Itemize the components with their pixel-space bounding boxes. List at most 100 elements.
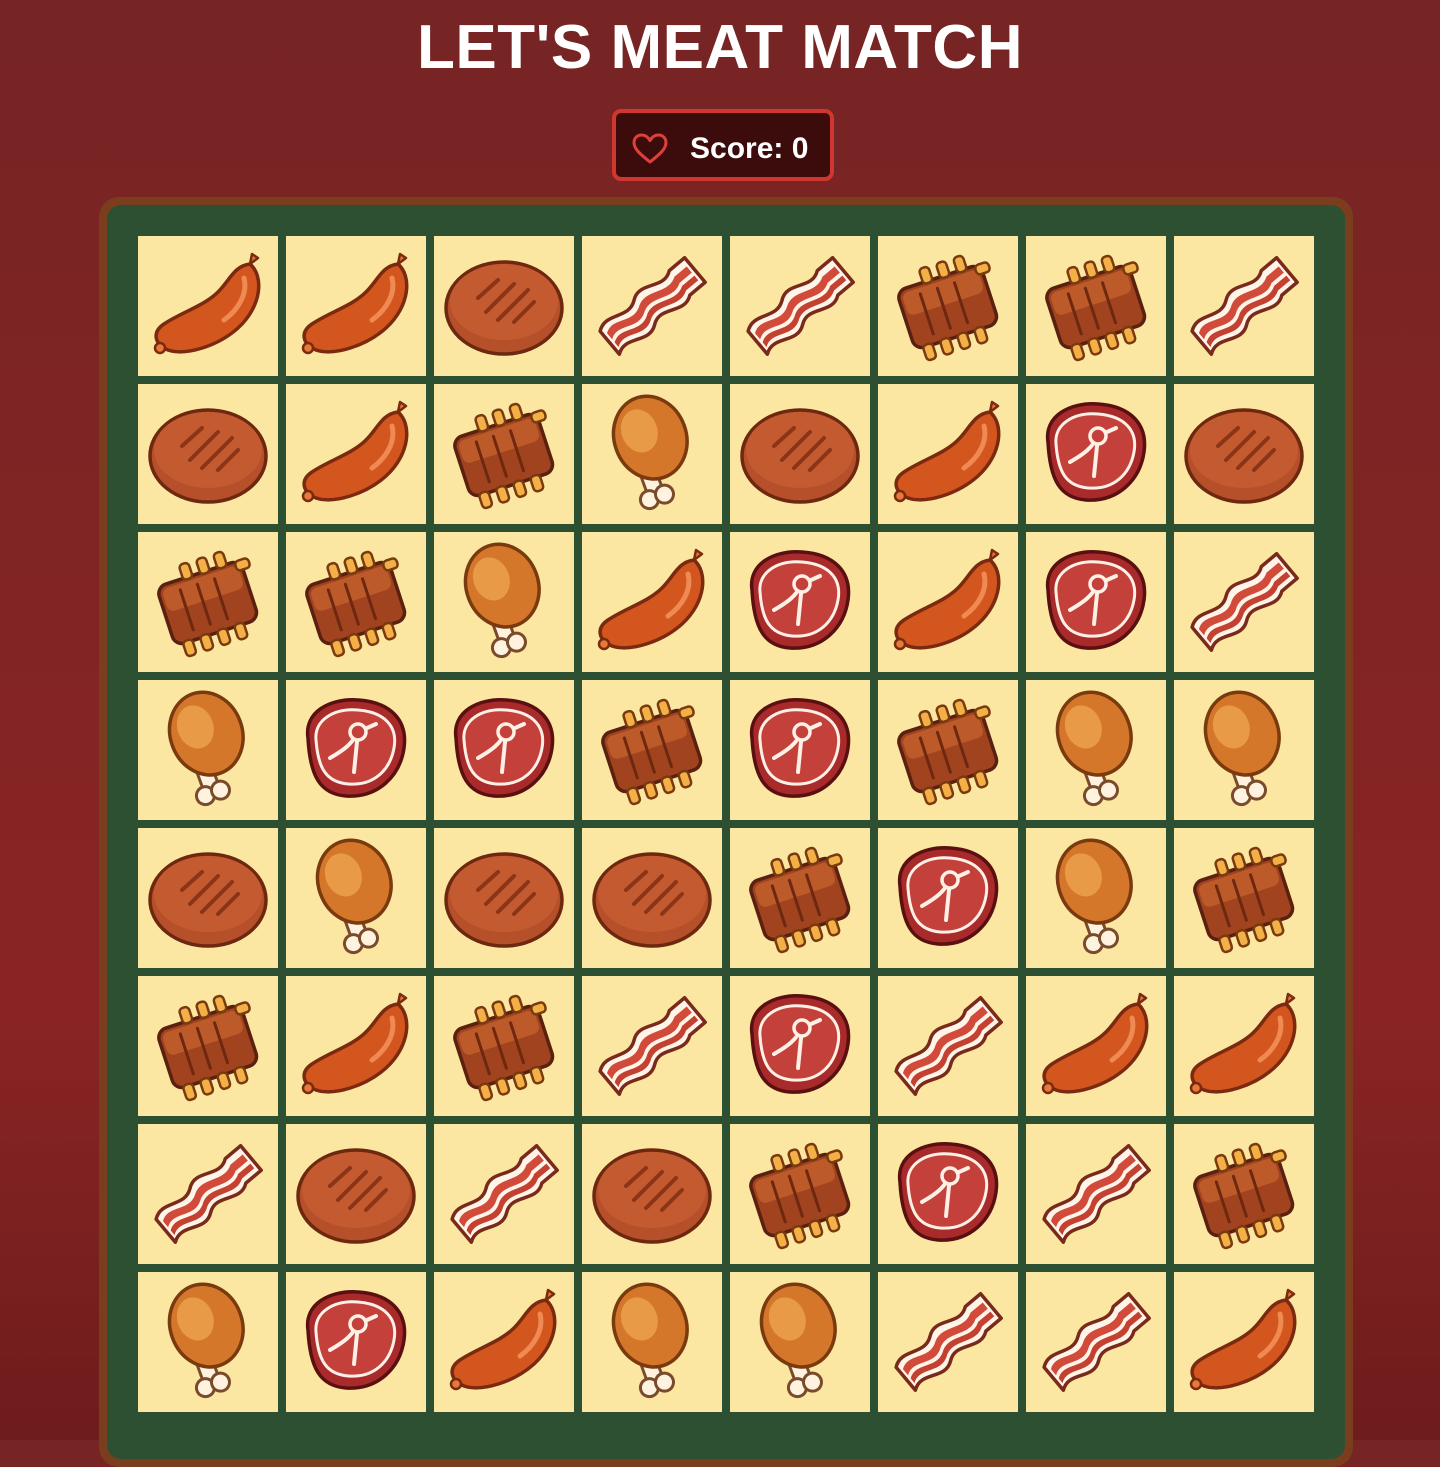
sausage-icon xyxy=(301,992,409,1095)
tile-ribs[interactable] xyxy=(582,680,722,820)
game-board xyxy=(107,205,1345,1459)
drumstick-icon xyxy=(1203,690,1281,807)
tile-sausage[interactable] xyxy=(286,384,426,524)
tile-sausage[interactable] xyxy=(1174,1272,1314,1412)
tile-steak[interactable] xyxy=(434,680,574,820)
game-title: LET'S MEAT MATCH xyxy=(417,13,1023,82)
tile-bacon[interactable] xyxy=(138,1124,278,1264)
sausage-icon xyxy=(597,548,705,651)
tile-sausage[interactable] xyxy=(878,384,1018,524)
tile-sausage[interactable] xyxy=(1174,976,1314,1116)
tile-patty[interactable] xyxy=(1174,384,1314,524)
tile-bacon[interactable] xyxy=(1026,1124,1166,1264)
tile-steak[interactable] xyxy=(730,976,870,1116)
tile-sausage[interactable] xyxy=(878,532,1018,672)
tile-ribs[interactable] xyxy=(878,680,1018,820)
steak-icon xyxy=(305,1290,407,1390)
bacon-icon xyxy=(746,255,855,357)
tile-steak[interactable] xyxy=(1026,532,1166,672)
tile-patty[interactable] xyxy=(582,1124,722,1264)
tile-sausage[interactable] xyxy=(286,976,426,1116)
tile-drumstick[interactable] xyxy=(582,1272,722,1412)
tile-bacon[interactable] xyxy=(1026,1272,1166,1412)
patty-icon xyxy=(296,1148,416,1244)
tile-bacon[interactable] xyxy=(1174,236,1314,376)
tile-bacon[interactable] xyxy=(582,236,722,376)
tile-bacon[interactable] xyxy=(730,236,870,376)
tile-drumstick[interactable] xyxy=(730,1272,870,1412)
tile-patty[interactable] xyxy=(434,236,574,376)
drumstick-icon xyxy=(1055,838,1133,955)
tile-bacon[interactable] xyxy=(434,1124,574,1264)
ribs-icon xyxy=(157,994,259,1102)
patty-icon xyxy=(148,852,268,948)
tile-sausage[interactable] xyxy=(582,532,722,672)
ribs-icon xyxy=(897,698,999,806)
tile-ribs[interactable] xyxy=(1026,236,1166,376)
ribs-icon xyxy=(1193,846,1295,954)
steak-icon xyxy=(1045,550,1147,650)
score-panel: Score: 0 xyxy=(612,109,834,181)
tile-steak[interactable] xyxy=(286,1272,426,1412)
tile-sausage[interactable] xyxy=(1026,976,1166,1116)
sausage-icon xyxy=(893,548,1001,651)
tile-bacon[interactable] xyxy=(582,976,722,1116)
heart-outline-icon xyxy=(632,133,668,164)
ribs-icon xyxy=(749,1142,851,1250)
tile-drumstick[interactable] xyxy=(286,828,426,968)
bacon-icon xyxy=(1042,1143,1151,1245)
tile-ribs[interactable] xyxy=(434,976,574,1116)
tile-ribs[interactable] xyxy=(138,976,278,1116)
tile-ribs[interactable] xyxy=(1174,1124,1314,1264)
tile-steak[interactable] xyxy=(730,532,870,672)
tile-patty[interactable] xyxy=(730,384,870,524)
steak-icon xyxy=(749,698,851,798)
tile-steak[interactable] xyxy=(286,680,426,820)
bacon-icon xyxy=(598,255,707,357)
tile-ribs[interactable] xyxy=(730,828,870,968)
bacon-icon xyxy=(894,995,1003,1097)
tile-patty[interactable] xyxy=(582,828,722,968)
tile-steak[interactable] xyxy=(878,828,1018,968)
tile-patty[interactable] xyxy=(434,828,574,968)
tile-bacon[interactable] xyxy=(878,976,1018,1116)
tile-drumstick[interactable] xyxy=(138,1272,278,1412)
tile-steak[interactable] xyxy=(878,1124,1018,1264)
tile-drumstick[interactable] xyxy=(138,680,278,820)
tile-drumstick[interactable] xyxy=(582,384,722,524)
bacon-icon xyxy=(1042,1291,1151,1393)
tile-ribs[interactable] xyxy=(286,532,426,672)
tile-ribs[interactable] xyxy=(138,532,278,672)
tile-patty[interactable] xyxy=(138,828,278,968)
ribs-icon xyxy=(897,254,999,362)
tile-drumstick[interactable] xyxy=(1174,680,1314,820)
tile-drumstick[interactable] xyxy=(1026,828,1166,968)
bacon-icon xyxy=(450,1143,559,1245)
tile-ribs[interactable] xyxy=(878,236,1018,376)
tile-ribs[interactable] xyxy=(1174,828,1314,968)
tile-steak[interactable] xyxy=(1026,384,1166,524)
tile-sausage[interactable] xyxy=(286,236,426,376)
tile-patty[interactable] xyxy=(138,384,278,524)
patty-icon xyxy=(592,1148,712,1244)
steak-icon xyxy=(1045,402,1147,502)
tile-drumstick[interactable] xyxy=(1026,680,1166,820)
tile-bacon[interactable] xyxy=(878,1272,1018,1412)
tile-patty[interactable] xyxy=(286,1124,426,1264)
ribs-icon xyxy=(305,550,407,658)
tile-ribs[interactable] xyxy=(730,1124,870,1264)
sausage-icon xyxy=(301,252,409,355)
tile-sausage[interactable] xyxy=(434,1272,574,1412)
tile-bacon[interactable] xyxy=(1174,532,1314,672)
steak-icon xyxy=(897,846,999,946)
tile-steak[interactable] xyxy=(730,680,870,820)
tile-drumstick[interactable] xyxy=(434,532,574,672)
sausage-icon xyxy=(1189,992,1297,1095)
sausage-icon xyxy=(301,400,409,503)
bacon-icon xyxy=(154,1143,263,1245)
steak-icon xyxy=(749,994,851,1094)
tile-ribs[interactable] xyxy=(434,384,574,524)
drumstick-icon xyxy=(167,1282,245,1399)
tile-sausage[interactable] xyxy=(138,236,278,376)
ribs-icon xyxy=(453,402,555,510)
